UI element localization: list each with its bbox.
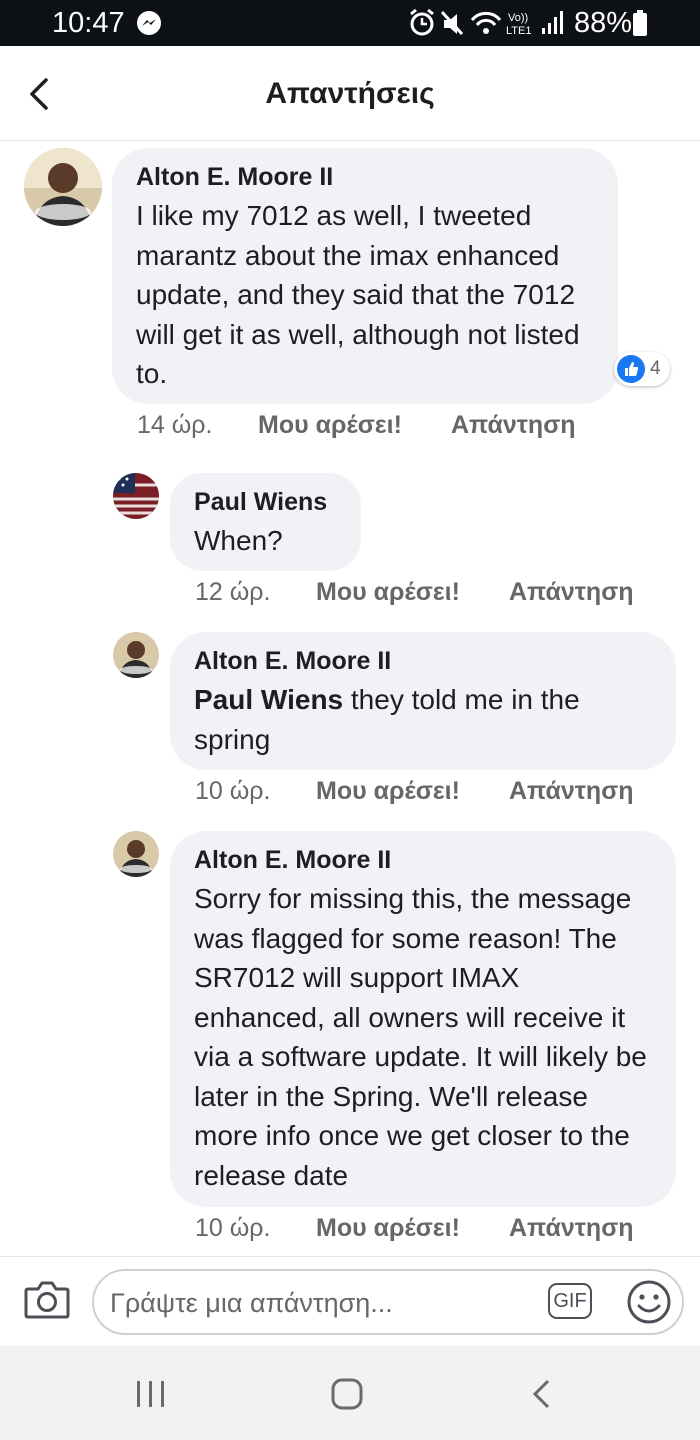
status-icons: Vo)) LTE1 [408, 8, 568, 43]
avatar[interactable] [113, 473, 159, 519]
like-reaction-icon [617, 355, 645, 383]
reply-input[interactable] [108, 1281, 532, 1325]
comment-author[interactable]: Alton E. Moore II [194, 646, 652, 676]
reaction-badge[interactable]: 4 [614, 352, 670, 386]
comment-author[interactable]: Alton E. Moore II [194, 845, 652, 875]
gif-button[interactable]: GIF [548, 1283, 592, 1319]
page-title: Απαντήσεις [265, 77, 435, 110]
like-button[interactable]: Μου αρέσει! [316, 1213, 460, 1243]
reply-composer: GIF [0, 1256, 700, 1347]
avatar[interactable] [113, 632, 159, 678]
system-nav-bar [0, 1346, 700, 1440]
avatar[interactable] [113, 831, 159, 877]
comment-bubble[interactable]: Alton E. Moore II Sorry for missing this… [170, 831, 676, 1207]
header: Απαντήσεις [0, 46, 700, 141]
reply-button[interactable]: Απάντηση [509, 577, 634, 607]
reply-button[interactable]: Απάντηση [509, 1213, 634, 1243]
comment-meta: 12 ώρ. Μου αρέσει! Απάντηση [195, 577, 655, 607]
svg-text:LTE1: LTE1 [506, 25, 531, 37]
comment-meta: 10 ώρ. Μου αρέσει! Απάντηση [195, 1213, 655, 1243]
back-nav-button[interactable] [528, 1377, 558, 1416]
camera-button[interactable] [24, 1279, 70, 1324]
wifi-icon [470, 11, 502, 34]
like-button[interactable]: Μου αρέσει! [316, 776, 460, 806]
reply-button[interactable]: Απάντηση [451, 410, 576, 440]
volte-icon: Vo))LTE1 [506, 12, 531, 37]
battery-percent: 88% [574, 7, 633, 39]
like-button[interactable]: Μου αρέσει! [258, 410, 402, 440]
reaction-count: 4 [650, 358, 661, 379]
comment-bubble[interactable]: Paul Wiens When? [170, 473, 361, 571]
comment-meta: 10 ώρ. Μου αρέσει! Απάντηση [195, 776, 655, 806]
smiley-icon [627, 1280, 671, 1324]
comment-time: 10 ώρ. [195, 1214, 271, 1242]
like-button[interactable]: Μου αρέσει! [316, 577, 460, 607]
comment-time: 10 ώρ. [195, 777, 271, 805]
comment-bubble[interactable]: Alton E. Moore II I like my 7012 as well… [112, 148, 618, 404]
comment-author[interactable]: Paul Wiens [194, 487, 337, 517]
comment-bubble[interactable]: Alton E. Moore II Paul Wiens they told m… [170, 632, 676, 770]
home-icon [331, 1378, 363, 1410]
reply-input-box[interactable]: GIF [92, 1269, 684, 1335]
emoji-button[interactable] [626, 1279, 672, 1330]
signal-icon [542, 11, 563, 34]
comment-time: 12 ώρ. [195, 578, 271, 606]
battery-icon [632, 10, 648, 41]
svg-text:Vo)): Vo)) [508, 12, 528, 24]
mention-link[interactable]: Paul Wiens [194, 684, 343, 715]
messenger-icon [136, 10, 162, 41]
recents-icon [137, 1381, 164, 1407]
status-bar: 10:47 Vo)) LTE1 88% [0, 0, 700, 46]
home-button[interactable] [330, 1377, 364, 1416]
comment-text: I like my 7012 as well, I tweeted marant… [136, 200, 580, 389]
avatar[interactable] [24, 148, 102, 226]
comment-time: 14 ώρ. [137, 411, 213, 439]
comment-text: Paul Wiens they told me in the spring [194, 680, 652, 759]
camera-icon [24, 1281, 70, 1319]
comment-text: When? [194, 525, 283, 556]
recents-button[interactable] [134, 1378, 168, 1415]
reply-button[interactable]: Απάντηση [509, 776, 634, 806]
back-nav-icon [532, 1379, 550, 1409]
comment-meta: 14 ώρ. Μου αρέσει! Απάντηση [137, 410, 637, 440]
comment-author[interactable]: Alton E. Moore II [136, 162, 594, 192]
status-time: 10:47 [52, 7, 125, 39]
comment-text: Sorry for missing this, the message was … [194, 883, 647, 1191]
mute-icon [440, 10, 464, 36]
alarm-icon [410, 8, 434, 36]
